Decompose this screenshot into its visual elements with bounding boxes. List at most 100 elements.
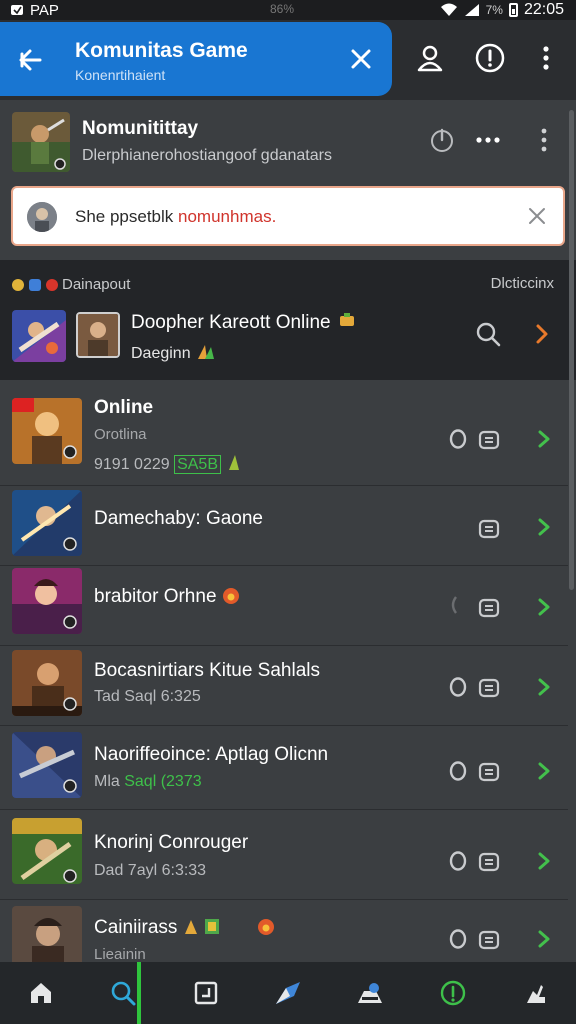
game-meta: 9191 0229 SA5B [94, 452, 247, 474]
gift-icon[interactable] [477, 759, 501, 783]
notification-icon [11, 5, 23, 15]
game-thumbnail [12, 398, 82, 464]
game-title: Cainiirass [94, 916, 275, 939]
tag-icon [275, 982, 300, 1004]
back-arrow-icon[interactable] [14, 44, 46, 76]
game-meta-badge: SA5B [174, 455, 221, 474]
fire-icon [257, 919, 274, 935]
notice-text: She ppsetblk [75, 207, 179, 226]
list-item[interactable]: Bocasnirtiars Kitue Sahlals Tad Saql 6:3… [0, 646, 568, 726]
featured-chevron-right-icon[interactable] [532, 322, 552, 346]
chevron-right-icon[interactable] [536, 430, 552, 448]
game-thumbnail [12, 818, 82, 884]
profile-icon[interactable] [414, 42, 446, 74]
game-title-text: brabitor Orhne [94, 586, 217, 607]
nav-games[interactable] [329, 962, 411, 1024]
more-vertical-icon[interactable] [530, 42, 562, 74]
nav-info[interactable] [411, 962, 493, 1024]
chevron-right-icon[interactable] [536, 518, 552, 536]
gift-icon[interactable] [477, 849, 501, 873]
notice-close-icon[interactable] [527, 206, 547, 226]
header-title-bar: Komunitas Game Konenrtihaient [0, 22, 392, 96]
chevron-right-icon[interactable] [536, 930, 552, 948]
nav-board[interactable] [165, 962, 247, 1024]
game-thumbnail [12, 490, 82, 556]
nav-profile[interactable] [494, 962, 576, 1024]
games-icon [358, 983, 383, 1003]
game-title: Knorinj Conrouger [94, 832, 249, 853]
featured-search-icon[interactable] [474, 320, 502, 348]
status-bar: PAP 86% 7% 22:05 [0, 0, 576, 20]
online-indicator-icon [449, 851, 467, 871]
battery-icon [508, 3, 518, 17]
game-title: brabitor Orhne [94, 586, 240, 608]
user-icon [526, 985, 545, 1003]
game-subtitle: Lieainin [94, 946, 146, 962]
nav-home[interactable] [0, 962, 82, 1024]
game-meta-green: Saql (2373 [124, 773, 202, 790]
alert-dot-icon [46, 278, 58, 291]
game-thumbnail [12, 732, 82, 798]
carrier-label: PAP [30, 1, 59, 19]
gift-icon[interactable] [477, 927, 501, 951]
info-icon[interactable] [474, 42, 506, 74]
gift-icon[interactable] [477, 675, 501, 699]
game-meta: Dad 7ayl 6:3:33 [94, 862, 207, 879]
list-item[interactable]: brabitor Orhne [0, 566, 568, 646]
featured-game-title: Doopher Kareott Online [131, 312, 358, 334]
featured-game-thumbnail [12, 310, 66, 362]
thumbs-up-icon [229, 455, 240, 470]
game-badge-icon [29, 278, 41, 291]
trophy-icon [339, 313, 354, 326]
game-meta-text: Mla [94, 773, 125, 790]
list-item[interactable]: Knorinj Conrouger Dad 7ayl 6:3:33 [0, 810, 568, 900]
list-item[interactable]: Online Orotlina 9191 0229 SA5B [0, 380, 568, 486]
gift-icon[interactable] [477, 595, 501, 619]
close-icon[interactable] [348, 46, 374, 72]
online-indicator-icon [449, 929, 467, 949]
online-indicator-icon [449, 429, 467, 449]
more-horizontal-icon[interactable] [474, 126, 502, 154]
featured-subtitle-text: Daeginn [131, 345, 191, 362]
game-meta: Mla Saql (2373 [94, 773, 202, 791]
featured-avatar-thumbnail [76, 312, 120, 358]
board-icon [194, 981, 217, 1005]
featured-header-label: Dainapout [62, 276, 131, 293]
chevron-right-icon[interactable] [536, 598, 552, 616]
notice-highlight: nomunhmas. [178, 207, 277, 226]
gift-icon[interactable] [477, 427, 501, 451]
signal-icon [464, 4, 479, 16]
search-icon [112, 981, 136, 1006]
game-title: Damechaby: Gaone [94, 508, 263, 529]
info-nav-icon [440, 980, 465, 1006]
nav-active-indicator [137, 962, 141, 1024]
game-list: Online Orotlina 9191 0229 SA5B Damechaby… [0, 380, 568, 962]
game-thumbnail [12, 568, 82, 634]
list-item[interactable]: Cainiirass Lieainin [0, 900, 568, 962]
nav-tags[interactable] [247, 962, 329, 1024]
featured-section: Dainapout Dlcticcinx Doopher Kareott Onl… [0, 260, 576, 380]
list-item[interactable]: Damechaby: Gaone [0, 486, 568, 566]
notice-banner: She ppsetblk nomunhmas. [11, 186, 565, 246]
featured-game-subtitle: Daeginn [131, 341, 217, 363]
rank-badges-icon [184, 919, 219, 934]
chevron-right-icon[interactable] [536, 852, 552, 870]
scrollbar[interactable] [569, 110, 574, 590]
chevron-right-icon[interactable] [536, 678, 552, 696]
page-title: Komunitas Game [75, 39, 248, 62]
community-title: Nomunitittay [82, 118, 199, 139]
game-title: Naoriffeoince: Aptlag Olicnn [94, 744, 329, 765]
list-item[interactable]: Naoriffeoince: Aptlag Olicnn Mla Saql (2… [0, 726, 568, 810]
home-icon [31, 983, 52, 1003]
gift-icon[interactable] [477, 516, 501, 540]
power-icon[interactable] [428, 126, 456, 154]
community-more-icon[interactable] [530, 126, 558, 154]
chevron-right-icon[interactable] [536, 762, 552, 780]
clock: 22:05 [523, 1, 564, 18]
featured-header-right[interactable]: Dlcticcinx [491, 275, 554, 292]
game-title: Online [94, 397, 154, 418]
online-indicator-icon [449, 761, 467, 781]
nav-search[interactable] [82, 962, 164, 1024]
emoji-icon [12, 278, 24, 291]
community-row[interactable]: Nomunitittay Dlerphianerohostiangoof gda… [0, 100, 576, 180]
